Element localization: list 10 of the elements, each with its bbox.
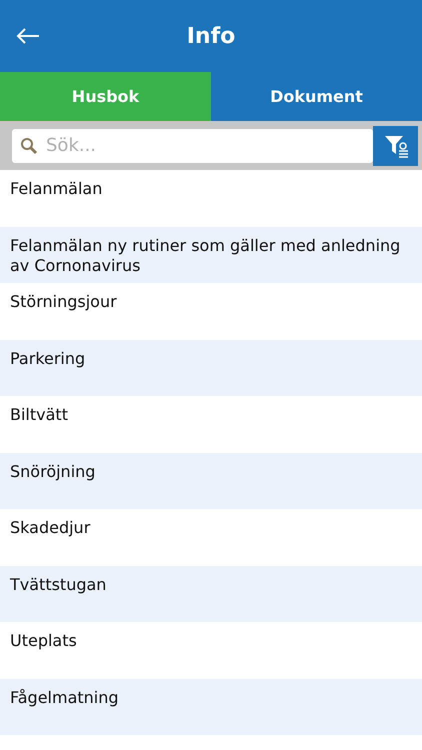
- list-item[interactable]: Parkering: [0, 340, 422, 396]
- list-item[interactable]: Snöröjning: [0, 452, 422, 509]
- list-item[interactable]: Fågelmatning: [0, 678, 422, 735]
- list-item[interactable]: Tvättstugan: [0, 566, 422, 622]
- page-title: Info: [186, 24, 236, 48]
- filter-button[interactable]: [373, 126, 418, 166]
- search-field[interactable]: Sök...: [12, 128, 373, 162]
- list-item[interactable]: Felanmälan ny rutiner som gäller med anledning av Cornonavirus: [0, 226, 422, 283]
- back-arrow-icon: [16, 28, 40, 44]
- tab[interactable]: Dokument: [211, 72, 422, 121]
